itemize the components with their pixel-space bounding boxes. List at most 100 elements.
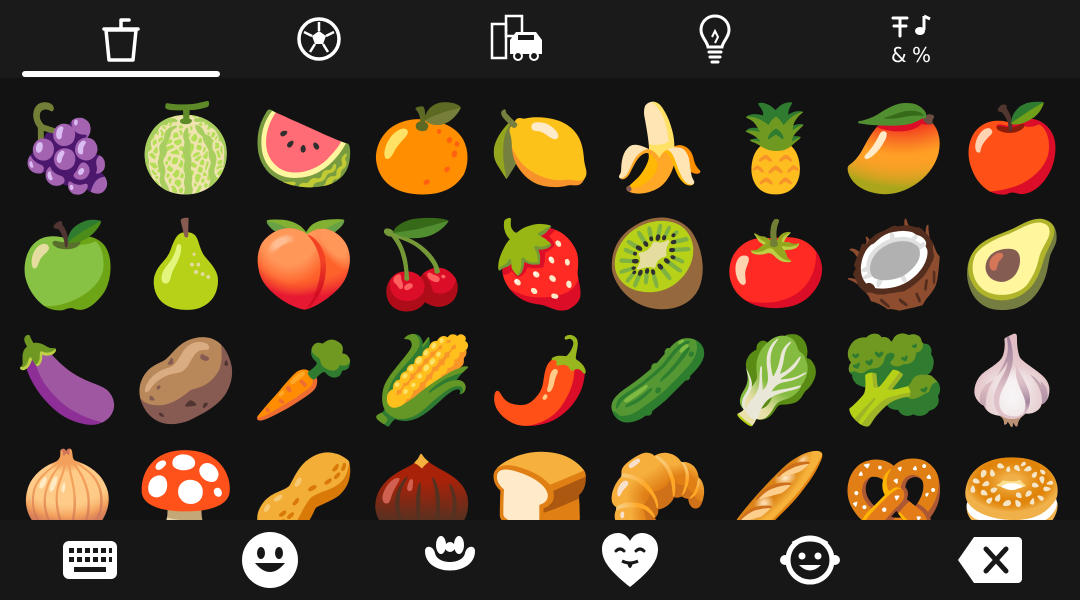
emoji-cell[interactable]: 🍇 <box>9 90 127 206</box>
emoji-cell[interactable]: 🥑 <box>953 206 1071 322</box>
emoji-pear: 🍐 <box>133 215 239 313</box>
emoji-cell[interactable]: 🍆 <box>9 322 127 438</box>
emoji-cell[interactable]: 🥨 <box>835 438 953 520</box>
emoji-cell[interactable]: 🍍 <box>717 90 835 206</box>
symbols-tab[interactable]: & % <box>814 0 1012 78</box>
emoji-tangerine: 🍊 <box>369 99 475 197</box>
emoji-carrot: 🥕 <box>251 331 357 429</box>
emoji-pretzel: 🥨 <box>841 447 947 520</box>
emoji-cherries: 🍒 <box>369 215 475 313</box>
emoji-cucumber: 🥒 <box>605 331 711 429</box>
emoji-cell[interactable]: 🍊 <box>363 90 481 206</box>
emoji-coconut: 🥥 <box>841 215 947 313</box>
emoji-cell[interactable]: 🥦 <box>835 322 953 438</box>
emoji-button[interactable] <box>210 520 330 600</box>
emoji-cell[interactable]: 🍑 <box>245 206 363 322</box>
emoji-cell[interactable]: 🧄 <box>953 322 1071 438</box>
emoji-avocado: 🥑 <box>959 215 1065 313</box>
drinks-tab[interactable] <box>22 0 220 78</box>
selected-tab-indicator <box>22 71 220 77</box>
emoji-mushroom: 🍄 <box>133 447 239 520</box>
emoji-cell[interactable]: 🥒 <box>599 322 717 438</box>
emoji-cell[interactable]: 🍓 <box>481 206 599 322</box>
gesture-button[interactable] <box>390 520 510 600</box>
soccer-ball-icon <box>294 14 344 64</box>
emoji-cell[interactable]: 🍉 <box>245 90 363 206</box>
emoji-kiwi: 🥝 <box>605 215 711 313</box>
emoji-eggplant: 🍆 <box>15 331 121 429</box>
emoji-potato: 🥔 <box>133 331 239 429</box>
emoji-cell[interactable]: 🌶️ <box>481 322 599 438</box>
emoji-grapes: 🍇 <box>15 99 121 197</box>
emoji-cell[interactable]: 🥕 <box>245 322 363 438</box>
heart-emoji-button[interactable] <box>570 520 690 600</box>
emoji-tomato: 🍅 <box>723 215 829 313</box>
emoji-cell[interactable]: 🌰 <box>363 438 481 520</box>
lightbulb-icon <box>697 13 733 65</box>
emoji-chestnut: 🌰 <box>369 447 475 520</box>
emoji-cell[interactable]: 🥐 <box>599 438 717 520</box>
emoji-cell[interactable]: 🍞 <box>481 438 599 520</box>
emoji-broccoli: 🥦 <box>841 331 947 429</box>
bottom-bar <box>0 520 1080 600</box>
category-tabs: & % <box>0 0 1080 78</box>
emoji-corn: 🌽 <box>369 331 475 429</box>
emoji-leafy-green: 🥬 <box>723 331 829 429</box>
emoji-cell[interactable]: 🍈 <box>127 90 245 206</box>
emoji-cell[interactable]: 🍄 <box>127 438 245 520</box>
emoji-cell[interactable]: 🥯 <box>953 438 1071 520</box>
emoji-grid: 🍇 🍈 🍉 🍊 🍋 🍌 🍍 🥭 🍎 🍏 🍐 🍑 🍒 🍓 🥝 🍅 🥥 🥑 🍆 🥔 … <box>0 78 1080 520</box>
backspace-icon <box>956 535 1024 585</box>
emoji-cell[interactable]: 🍌 <box>599 90 717 206</box>
emoji-cell[interactable]: 🍅 <box>717 206 835 322</box>
emoji-green-apple: 🍏 <box>15 215 121 313</box>
emoji-cell[interactable]: 🍎 <box>953 90 1071 206</box>
city-car-icon <box>488 14 546 64</box>
travel-places-tab[interactable] <box>418 0 616 78</box>
emoji-strawberry: 🍓 <box>487 215 593 313</box>
emoji-mango: 🥭 <box>841 99 947 197</box>
activities-tab[interactable] <box>220 0 418 78</box>
emoji-watermelon: 🍉 <box>251 99 357 197</box>
keyboard-icon <box>62 540 118 580</box>
emoji-cell[interactable]: 🍒 <box>363 206 481 322</box>
emoji-bagel: 🥯 <box>959 447 1065 520</box>
svg-text:&: & <box>891 43 907 66</box>
svg-text:%: % <box>912 43 931 66</box>
objects-tab[interactable] <box>616 0 814 78</box>
emoji-cell[interactable]: 🥬 <box>717 322 835 438</box>
emoji-keyboard: & % 🍇 🍈 🍉 🍊 🍋 🍌 🍍 🥭 🍎 🍏 🍐 🍑 🍒 🍓 🥝 🍅 🥥 🥑 … <box>0 0 1080 600</box>
emoji-cell[interactable]: 🧅 <box>9 438 127 520</box>
emoji-banana: 🍌 <box>605 99 711 197</box>
emoji-cell[interactable]: 🥭 <box>835 90 953 206</box>
emoji-pineapple: 🍍 <box>723 99 829 197</box>
emoji-cell[interactable]: 🥔 <box>127 322 245 438</box>
emoji-cell[interactable]: 🥖 <box>717 438 835 520</box>
emoji-cell[interactable]: 🍏 <box>9 206 127 322</box>
backspace-button[interactable] <box>930 520 1050 600</box>
emoji-cell[interactable]: 🥝 <box>599 206 717 322</box>
emoji-baguette: 🥖 <box>723 447 829 520</box>
emoji-cell[interactable]: 🥥 <box>835 206 953 322</box>
cup-with-straw-icon <box>98 12 144 66</box>
emoji-garlic: 🧄 <box>959 331 1065 429</box>
emoji-peanuts: 🥜 <box>251 447 357 520</box>
emoji-cell[interactable]: 🍋 <box>481 90 599 206</box>
hand-icon <box>421 531 479 589</box>
emoji-bread: 🍞 <box>487 447 593 520</box>
emoji-cell[interactable]: 🥜 <box>245 438 363 520</box>
emoji-peach: 🍑 <box>251 215 357 313</box>
face-icon <box>779 532 841 588</box>
emoji-red-apple: 🍎 <box>959 99 1065 197</box>
memoji-button[interactable] <box>750 520 870 600</box>
emoji-melon: 🍈 <box>133 99 239 197</box>
emoji-hot-pepper: 🌶️ <box>487 331 593 429</box>
keyboard-button[interactable] <box>30 520 150 600</box>
emoji-cell[interactable]: 🌽 <box>363 322 481 438</box>
emoji-lemon: 🍋 <box>487 99 593 197</box>
emoji-croissant: 🥐 <box>605 447 711 520</box>
heart-face-icon <box>600 531 660 589</box>
symbols-icon: & % <box>888 12 938 66</box>
emoji-onion: 🧅 <box>15 447 121 520</box>
emoji-cell[interactable]: 🍐 <box>127 206 245 322</box>
